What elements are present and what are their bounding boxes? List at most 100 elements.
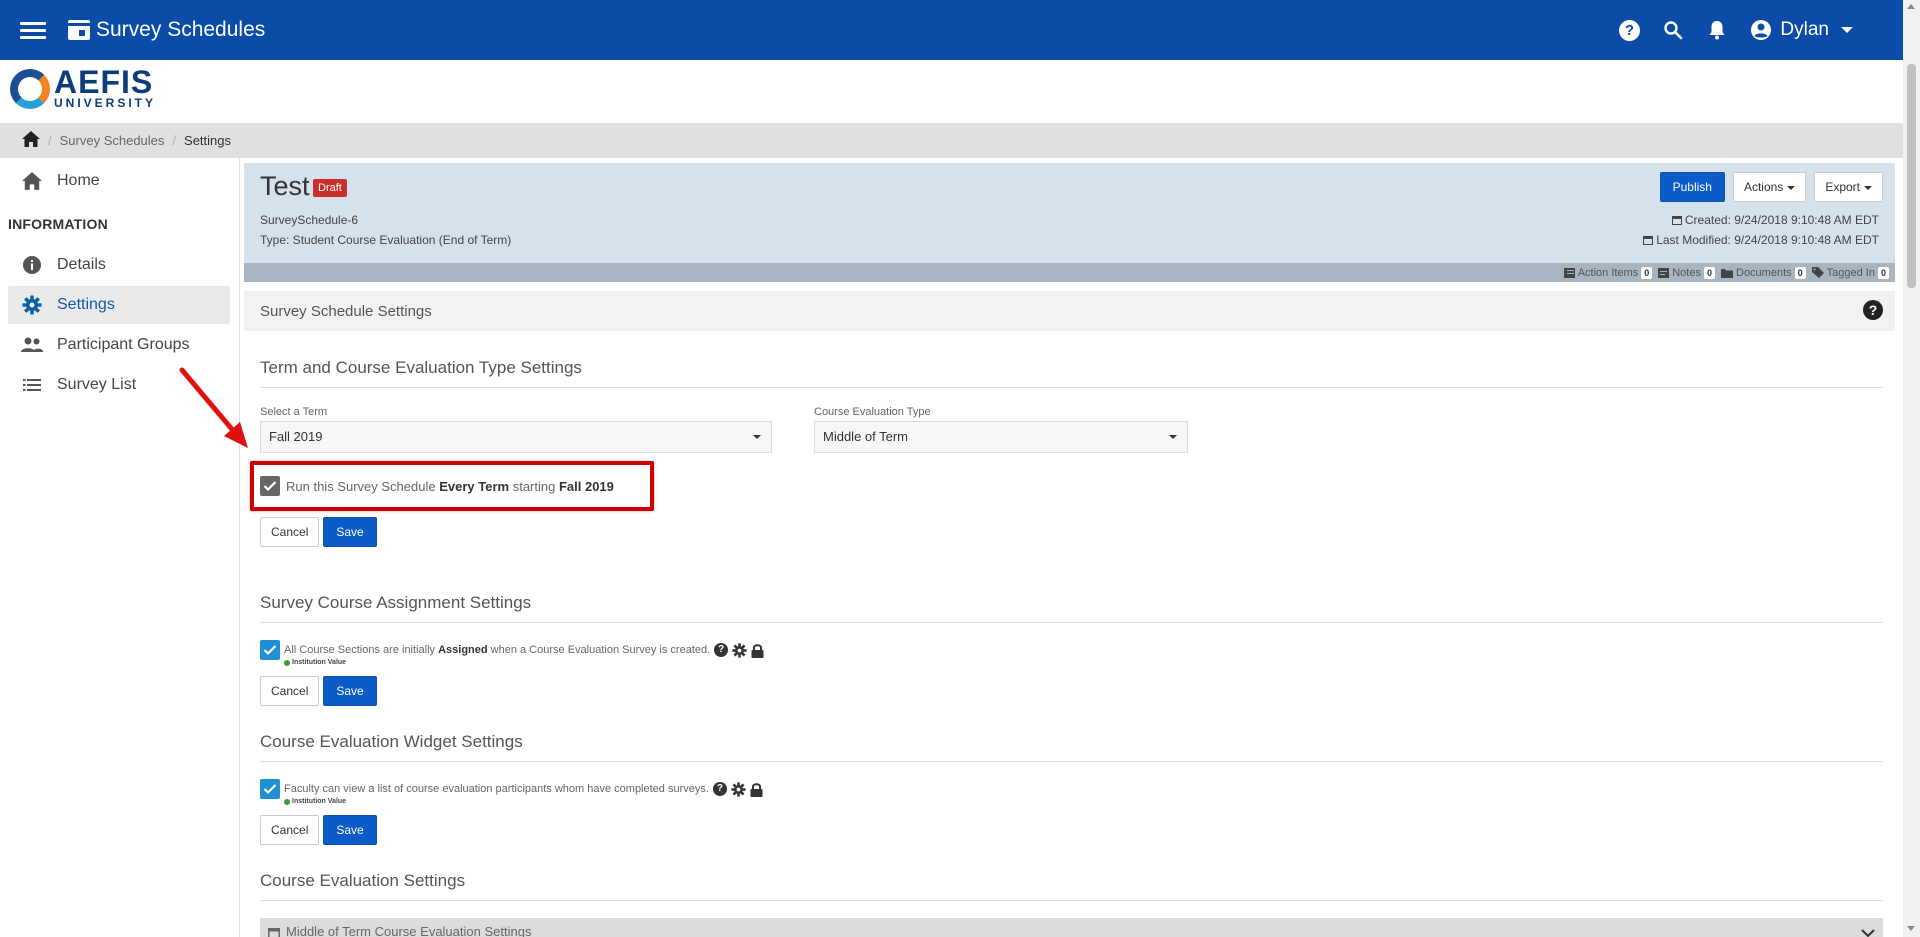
- list-icon: [1563, 267, 1575, 278]
- assign-checkbox[interactable]: [260, 640, 280, 660]
- help-icon[interactable]: ?: [714, 643, 729, 657]
- calendar-icon: [268, 928, 280, 937]
- record-meta-strip: Action Items 0 Notes 0 Documents 0 Tagge…: [244, 263, 1895, 282]
- breadcrumb: / Survey Schedules / Settings: [0, 123, 1903, 158]
- chevron-down-icon: [1787, 185, 1796, 190]
- bell-icon[interactable]: [1706, 19, 1728, 41]
- publish-button[interactable]: Publish: [1659, 172, 1725, 202]
- notes-label: Notes: [1672, 266, 1701, 279]
- gear-icon[interactable]: [731, 781, 746, 797]
- institution-value-indicator: Institution Value: [284, 798, 346, 805]
- modified-timestamp: Last Modified: 9/24/2018 9:10:48 AM EDT: [1642, 233, 1879, 247]
- action-items-link[interactable]: Action Items 0: [1563, 266, 1653, 279]
- institution-value-label: Institution Value: [292, 659, 347, 666]
- chevron-down-icon: [1169, 435, 1177, 439]
- search-icon[interactable]: [1662, 19, 1684, 41]
- info-icon: [21, 255, 43, 275]
- scroll-up-icon[interactable]: [1907, 4, 1915, 9]
- page-title: Test: [260, 171, 310, 201]
- home-icon: [21, 172, 43, 190]
- people-icon: [21, 337, 43, 353]
- account-icon: [1751, 20, 1772, 40]
- breadcrumb-survey-schedules[interactable]: Survey Schedules: [60, 133, 165, 148]
- annotation-arrow: [179, 367, 248, 448]
- middle-of-term-accordion[interactable]: Middle of Term Course Evaluation Setting…: [260, 918, 1883, 937]
- record-id: SurveySchedule-6: [260, 213, 359, 227]
- panel-title: Survey Schedule Settings: [260, 302, 432, 320]
- eval-type-select[interactable]: Middle of Term: [814, 421, 1188, 453]
- every-term-checkbox[interactable]: [260, 476, 280, 496]
- modified-text: Last Modified: 9/24/2018 9:10:48 AM EDT: [1656, 233, 1879, 247]
- export-button[interactable]: Export: [1814, 172, 1883, 202]
- sidebar-item-label: Home: [57, 172, 100, 189]
- created-text: Created: 9/24/2018 9:10:48 AM EDT: [1684, 213, 1879, 227]
- every-term-checkbox-row: Run this Survey Schedule Every Term star…: [260, 476, 614, 496]
- notes-icon: [1658, 267, 1670, 278]
- app-title: Survey Schedules: [96, 18, 266, 41]
- cancel-button[interactable]: Cancel: [260, 517, 320, 547]
- sidebar-item-settings[interactable]: Settings: [8, 286, 230, 324]
- help-icon[interactable]: ?: [712, 782, 727, 796]
- save-button[interactable]: Save: [323, 676, 377, 706]
- logo-word: AEFIS: [54, 64, 154, 100]
- action-items-count: 0: [1641, 266, 1653, 279]
- tagged-in-label: Tagged In: [1826, 266, 1875, 279]
- section-divider: [260, 761, 1883, 762]
- scrollbar-thumb[interactable]: [1907, 64, 1916, 288]
- breadcrumb-separator: /: [172, 133, 177, 148]
- breadcrumb-settings: Settings: [184, 133, 232, 148]
- action-items-label: Action Items: [1577, 266, 1639, 279]
- gear-icon[interactable]: [732, 642, 747, 658]
- status-dot: [284, 659, 290, 666]
- status-badge: Draft: [313, 179, 347, 197]
- page-scrollbar[interactable]: [1903, 0, 1920, 937]
- notes-count: 0: [1703, 266, 1715, 279]
- lock-icon[interactable]: [750, 782, 763, 797]
- save-button[interactable]: Save: [323, 517, 377, 547]
- status-dot: [284, 798, 290, 805]
- panel-header: Survey Schedule Settings ?: [244, 291, 1895, 331]
- user-menu[interactable]: Dylan: [1750, 19, 1853, 41]
- section-divider: [260, 900, 1883, 901]
- every-term-text-pre: Run this Survey Schedule: [286, 478, 436, 494]
- assign-text-post: when a Course Evaluation Survey is creat…: [490, 644, 711, 656]
- help-icon[interactable]: ?: [1618, 19, 1640, 41]
- documents-label: Documents: [1736, 266, 1792, 279]
- tag-icon: [1811, 267, 1824, 278]
- sidebar-item-details[interactable]: Details: [8, 246, 230, 284]
- gear-icon: [21, 295, 43, 315]
- cancel-button[interactable]: Cancel: [260, 676, 320, 706]
- actions-button[interactable]: Actions: [1732, 172, 1807, 202]
- save-button[interactable]: Save: [323, 815, 377, 845]
- created-timestamp: Created: 9/24/2018 9:10:48 AM EDT: [1671, 213, 1879, 227]
- term-select[interactable]: Fall 2019: [260, 421, 772, 453]
- folder-icon: [1721, 268, 1733, 278]
- eval-section-title: Course Evaluation Settings: [260, 871, 466, 890]
- lock-icon[interactable]: [751, 643, 764, 658]
- help-icon[interactable]: ?: [1863, 300, 1883, 320]
- cancel-button[interactable]: Cancel: [260, 815, 320, 845]
- record-header: Test Draft SurveySchedule-6 Type: Studen…: [244, 163, 1895, 263]
- term-select-value: Fall 2019: [269, 429, 323, 444]
- sidebar-item-participant-groups[interactable]: Participant Groups: [8, 326, 230, 364]
- sidebar: Home INFORMATION Details Settings Partic…: [0, 158, 240, 937]
- term-select-label: Select a Term: [260, 406, 328, 418]
- home-icon[interactable]: [22, 131, 40, 150]
- assign-text-bold: Assigned: [438, 644, 488, 656]
- scroll-down-icon[interactable]: [1907, 926, 1915, 931]
- hamburger-menu-icon[interactable]: [20, 18, 46, 43]
- assign-checkbox-row: All Course Sections are initially Assign…: [260, 640, 764, 660]
- widget-checkbox[interactable]: [260, 779, 280, 799]
- breadcrumb-separator: /: [48, 133, 52, 148]
- top-app-bar: Survey Schedules ? Dylan: [0, 0, 1903, 60]
- sidebar-item-home[interactable]: Home: [8, 162, 230, 200]
- notes-link[interactable]: Notes 0: [1658, 266, 1715, 279]
- calendar-icon: [68, 20, 90, 40]
- chevron-down-icon: [1861, 929, 1875, 937]
- aefis-logo[interactable]: AEFIS UNIVERSITY: [10, 64, 156, 110]
- tagged-in-link[interactable]: Tagged In 0: [1811, 266, 1889, 279]
- eval-type-value: Middle of Term: [823, 429, 909, 444]
- logo-bar: AEFIS UNIVERSITY: [0, 60, 1903, 123]
- widget-checkbox-row: Faculty can view a list of course evalua…: [260, 779, 763, 799]
- documents-link[interactable]: Documents 0: [1721, 266, 1806, 279]
